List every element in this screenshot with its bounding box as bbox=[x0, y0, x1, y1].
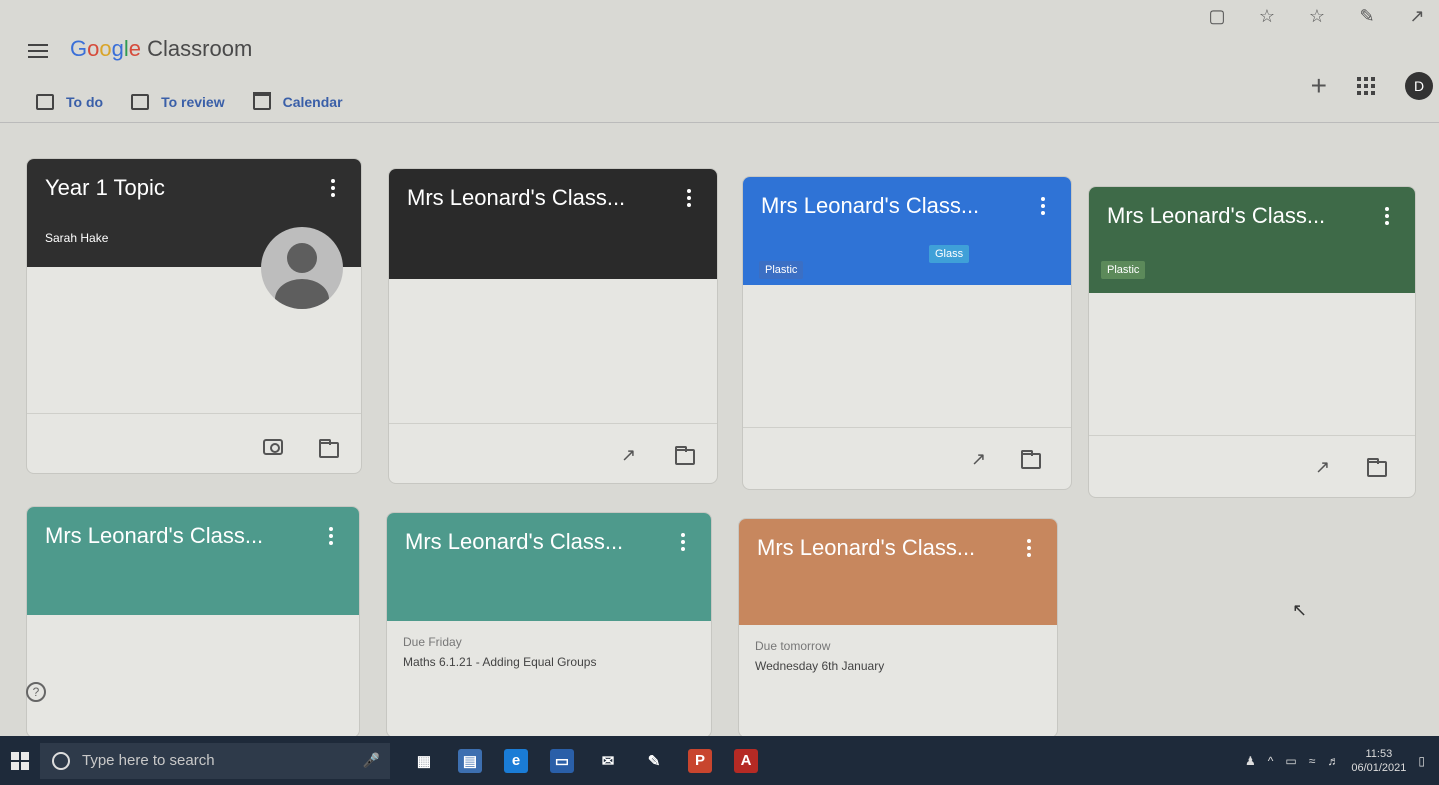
app-header: Google Classroom + D bbox=[0, 28, 1439, 100]
store-icon[interactable]: ▭ bbox=[550, 748, 574, 773]
todo-icon bbox=[36, 94, 54, 110]
class-title[interactable]: Year 1 Topic bbox=[45, 175, 165, 201]
taskbar-search[interactable]: Type here to search 🎤 bbox=[40, 742, 390, 779]
more-options-icon[interactable] bbox=[1027, 539, 1031, 560]
wifi-icon[interactable]: ≈ bbox=[1309, 754, 1316, 768]
clock-date: 06/01/2021 bbox=[1351, 761, 1407, 774]
volume-icon[interactable]: ♬ bbox=[1327, 754, 1339, 768]
class-card[interactable]: Mrs Leonard's Class... bbox=[26, 506, 360, 738]
class-card[interactable]: Mrs Leonard's Class... Plastic Glass ↗ bbox=[742, 176, 1072, 490]
notifications-icon[interactable]: ▯ bbox=[1418, 754, 1425, 768]
help-icon[interactable]: ? bbox=[26, 682, 46, 702]
more-options-icon[interactable] bbox=[681, 533, 685, 554]
reader-icon[interactable]: ▢ bbox=[1207, 6, 1227, 27]
student-work-icon[interactable] bbox=[263, 439, 283, 455]
more-options-icon[interactable] bbox=[329, 527, 333, 548]
nav-todo[interactable]: To do bbox=[36, 94, 103, 110]
nav-to-review[interactable]: To review bbox=[131, 94, 225, 110]
class-card[interactable]: Mrs Leonard's Class... Plastic ↗ bbox=[1088, 186, 1416, 498]
assignment-link[interactable]: Maths 6.1.21 - Adding Equal Groups bbox=[403, 655, 596, 669]
logo-product: Classroom bbox=[147, 36, 253, 61]
menu-icon[interactable] bbox=[28, 40, 48, 62]
favorites-icon[interactable]: ☆ bbox=[1307, 6, 1327, 27]
banner-tag: Glass bbox=[929, 245, 970, 263]
pinned-apps: ▦ ▤ e ▭ ✉ ✎ P A bbox=[412, 748, 758, 773]
review-icon bbox=[131, 94, 150, 110]
logo-google: Google bbox=[70, 36, 142, 61]
folder-icon[interactable] bbox=[319, 439, 339, 458]
clock-time: 11:53 bbox=[1365, 747, 1393, 760]
more-options-icon[interactable] bbox=[1385, 207, 1389, 228]
more-options-icon[interactable] bbox=[1041, 197, 1045, 218]
class-card[interactable]: Mrs Leonard's Class... Due tomorrow Wedn… bbox=[738, 518, 1058, 738]
calendar-icon bbox=[252, 92, 271, 110]
nav-calendar-label: Calendar bbox=[282, 94, 343, 110]
battery-icon[interactable]: ▭ bbox=[1285, 754, 1296, 768]
create-join-button[interactable]: + bbox=[1311, 72, 1327, 100]
mail-icon[interactable]: ✉ bbox=[596, 748, 620, 773]
trending-icon[interactable]: ↗ bbox=[971, 449, 991, 469]
folder-icon[interactable] bbox=[1367, 458, 1387, 477]
teacher-avatar bbox=[261, 227, 343, 309]
class-card[interactable]: Year 1 Topic Sarah Hake bbox=[26, 158, 362, 474]
card-divider bbox=[27, 413, 361, 414]
header-actions: + D bbox=[1311, 72, 1433, 100]
account-avatar[interactable]: D bbox=[1405, 72, 1433, 100]
system-tray: ♟ ^ ▭ ≈ ♬ 11:53 06/01/2021 ▯ bbox=[1245, 736, 1425, 785]
banner-tag: Plastic bbox=[1101, 261, 1146, 279]
task-view-icon[interactable]: ▦ bbox=[412, 748, 436, 773]
paint-icon[interactable]: ✎ bbox=[642, 748, 666, 773]
folder-icon[interactable] bbox=[1021, 450, 1041, 469]
powerpoint-icon[interactable]: P bbox=[688, 748, 712, 773]
due-label: Due tomorrow bbox=[755, 639, 831, 653]
mouse-cursor-icon: ↖ bbox=[1292, 600, 1308, 620]
class-card[interactable]: Mrs Leonard's Class... Due Friday Maths … bbox=[386, 512, 712, 738]
star-icon[interactable]: ☆ bbox=[1257, 6, 1277, 27]
acrobat-icon[interactable]: A bbox=[734, 748, 758, 773]
chevron-up-icon[interactable]: ^ bbox=[1268, 754, 1274, 768]
assignment-link[interactable]: Wednesday 6th January bbox=[755, 659, 884, 673]
share-icon[interactable]: ↗ bbox=[1407, 6, 1427, 27]
class-title[interactable]: Mrs Leonard's Class... bbox=[45, 523, 263, 549]
app-logo[interactable]: Google Classroom bbox=[70, 36, 252, 62]
edge-icon[interactable]: e bbox=[504, 748, 528, 773]
class-title[interactable]: Mrs Leonard's Class... bbox=[761, 193, 979, 219]
windows-icon bbox=[11, 751, 29, 770]
nav-review-label: To review bbox=[161, 94, 225, 110]
card-divider bbox=[743, 427, 1071, 428]
class-title[interactable]: Mrs Leonard's Class... bbox=[405, 529, 623, 555]
more-options-icon[interactable] bbox=[687, 189, 691, 210]
folder-icon[interactable] bbox=[675, 446, 695, 465]
card-divider bbox=[389, 423, 717, 424]
search-placeholder: Type here to search bbox=[82, 752, 215, 769]
nav-calendar[interactable]: Calendar bbox=[252, 92, 343, 110]
more-options-icon[interactable] bbox=[331, 179, 335, 200]
microphone-icon[interactable]: 🎤 bbox=[363, 752, 380, 769]
nav-todo-label: To do bbox=[66, 94, 104, 110]
browser-icons: ▢ ☆ ☆ ✎ ↗ bbox=[1207, 6, 1427, 27]
cortana-icon bbox=[52, 751, 70, 770]
windows-taskbar: Type here to search 🎤 ▦ ▤ e ▭ ✉ ✎ P A ♟ … bbox=[0, 736, 1439, 785]
card-divider bbox=[1089, 435, 1415, 436]
banner-tag: Plastic bbox=[759, 261, 804, 279]
due-label: Due Friday bbox=[403, 635, 462, 649]
top-nav: To do To review Calendar bbox=[36, 92, 343, 110]
clock[interactable]: 11:53 06/01/2021 bbox=[1351, 747, 1406, 775]
class-title[interactable]: Mrs Leonard's Class... bbox=[407, 185, 625, 211]
file-explorer-icon[interactable]: ▤ bbox=[458, 748, 482, 773]
trending-icon[interactable]: ↗ bbox=[621, 445, 641, 465]
class-title[interactable]: Mrs Leonard's Class... bbox=[1107, 203, 1325, 229]
trending-icon[interactable]: ↗ bbox=[1315, 457, 1335, 477]
apps-grid-icon[interactable] bbox=[1357, 77, 1375, 95]
teacher-name[interactable]: Sarah Hake bbox=[45, 231, 108, 245]
start-button[interactable] bbox=[0, 736, 40, 785]
pen-icon[interactable]: ✎ bbox=[1357, 6, 1377, 27]
people-icon[interactable]: ♟ bbox=[1245, 754, 1256, 768]
class-title[interactable]: Mrs Leonard's Class... bbox=[757, 535, 975, 561]
header-divider bbox=[0, 122, 1439, 123]
class-card[interactable]: Mrs Leonard's Class... ↗ bbox=[388, 168, 718, 484]
